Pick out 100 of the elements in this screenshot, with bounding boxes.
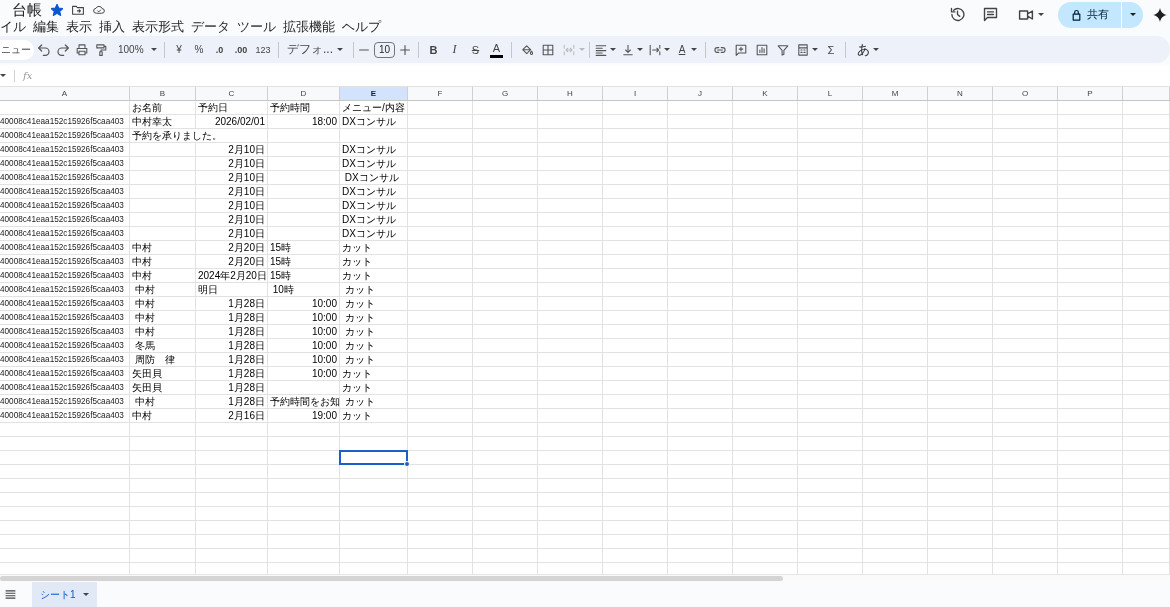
- column-header[interactable]: I: [603, 87, 668, 100]
- table-cell: 1月28日: [196, 297, 268, 310]
- percent-button[interactable]: %: [189, 39, 209, 60]
- table-cell: 40008c41eaa152c15926f5caa403: [0, 129, 130, 142]
- number-format-button[interactable]: 123: [252, 39, 274, 60]
- table-cell: 18:00: [268, 115, 340, 128]
- caret-icon[interactable]: [664, 48, 670, 51]
- video-camera-icon[interactable]: [1018, 8, 1034, 21]
- menu-icon[interactable]: [5, 590, 16, 599]
- menu-item[interactable]: ヘルプ: [342, 19, 381, 35]
- table-cell: 中村: [130, 395, 196, 408]
- redo-icon[interactable]: [56, 43, 69, 56]
- table-cell: 中村: [130, 409, 196, 422]
- menu-item[interactable]: イル: [0, 19, 26, 35]
- document-title[interactable]: 台帳: [12, 0, 42, 19]
- table-cell: 予約を承りました。: [130, 129, 268, 142]
- sheet-tab[interactable]: シート1: [32, 582, 97, 607]
- column-header[interactable]: O: [993, 87, 1058, 100]
- column-header[interactable]: A: [0, 87, 130, 100]
- menu-item[interactable]: ツール: [237, 19, 276, 35]
- fill-handle-icon[interactable]: [404, 461, 410, 467]
- text-color-button[interactable]: A: [486, 41, 507, 54]
- column-header[interactable]: P: [1058, 87, 1123, 100]
- caret-icon: [1129, 13, 1136, 16]
- caret-icon[interactable]: [873, 48, 879, 51]
- paint-roller-icon[interactable]: [94, 43, 107, 56]
- strikethrough-button[interactable]: S: [465, 39, 486, 60]
- printer-icon[interactable]: [75, 43, 88, 56]
- search-field[interactable]: ニュー: [0, 39, 34, 60]
- caret-icon[interactable]: [610, 48, 616, 51]
- menu-item[interactable]: 表示形式: [132, 19, 184, 35]
- column-header[interactable]: E: [340, 87, 408, 100]
- column-header[interactable]: B: [130, 87, 196, 100]
- sparkle-icon[interactable]: [1153, 7, 1167, 22]
- table-cell: 40008c41eaa152c15926f5caa403: [0, 213, 130, 226]
- increase-decimal-button[interactable]: .00: [230, 39, 252, 60]
- share-button[interactable]: 共有: [1058, 1, 1121, 28]
- column-header[interactable]: N: [928, 87, 993, 100]
- add-comment-icon[interactable]: [734, 43, 747, 56]
- table-cell: カット: [340, 325, 408, 338]
- menu-item[interactable]: データ: [191, 19, 230, 35]
- table-cell: 40008c41eaa152c15926f5caa403: [0, 241, 130, 254]
- table-cell: 2月20日: [196, 255, 268, 268]
- caret-icon[interactable]: [1038, 13, 1044, 16]
- table-cell: 40008c41eaa152c15926f5caa403: [0, 115, 130, 128]
- folder-icon[interactable]: [72, 3, 84, 16]
- column-header[interactable]: G: [473, 87, 538, 100]
- table-cell: DXコンサル: [340, 143, 408, 156]
- zoom-dropdown[interactable]: 100%: [110, 39, 160, 60]
- paint-bucket-icon[interactable]: [520, 43, 533, 56]
- column-header[interactable]: J: [668, 87, 733, 100]
- table-cell: 1月28日: [196, 395, 268, 408]
- table-cell: 矢田貝: [130, 367, 196, 380]
- lock-icon: [1072, 8, 1081, 21]
- caret-icon[interactable]: [812, 48, 818, 51]
- caret-icon[interactable]: [637, 48, 643, 51]
- borders-icon[interactable]: [541, 43, 554, 56]
- table-cell: カット: [340, 409, 408, 422]
- italic-button[interactable]: I: [444, 39, 465, 60]
- input-tools-button[interactable]: あ: [856, 39, 870, 60]
- table-cell: 中村: [130, 283, 196, 296]
- menu-item[interactable]: 挿入: [99, 19, 125, 35]
- column-header[interactable]: C: [196, 87, 268, 100]
- table-icon[interactable]: [797, 43, 809, 56]
- font-dropdown[interactable]: デフォ...: [283, 39, 349, 60]
- menu-item[interactable]: 拡張機能: [283, 19, 335, 35]
- align-bottom-icon[interactable]: [622, 43, 634, 56]
- functions-button[interactable]: Σ: [821, 39, 841, 60]
- undo-icon[interactable]: [37, 43, 50, 56]
- table-cell: メニュー/内容: [340, 101, 408, 114]
- currency-button[interactable]: ¥: [169, 39, 189, 60]
- table-cell: 2月10日: [196, 213, 268, 226]
- column-header[interactable]: L: [798, 87, 863, 100]
- cloud-icon[interactable]: [93, 3, 105, 16]
- bold-button[interactable]: B: [423, 39, 444, 60]
- text-rotation-button[interactable]: A: [676, 39, 688, 60]
- comment-icon[interactable]: [983, 7, 998, 22]
- scrollbar-thumb[interactable]: [0, 576, 783, 581]
- table-cell: 10時: [268, 283, 340, 296]
- chart-icon[interactable]: [755, 43, 768, 56]
- font-size-field[interactable]: 10: [374, 41, 395, 58]
- table-cell: カット: [340, 395, 408, 408]
- plus-icon[interactable]: [400, 44, 410, 55]
- text-wrap-icon[interactable]: [649, 43, 661, 56]
- table-cell: 10:00: [268, 367, 340, 380]
- column-header[interactable]: K: [733, 87, 798, 100]
- star-icon[interactable]: [51, 3, 63, 16]
- decrease-decimal-button[interactable]: .0: [209, 39, 230, 60]
- filter-icon[interactable]: [776, 43, 789, 56]
- caret-icon[interactable]: [691, 48, 697, 51]
- menu-item[interactable]: 編集: [33, 19, 59, 35]
- history-icon[interactable]: [950, 7, 965, 22]
- column-header[interactable]: F: [408, 87, 473, 100]
- menu-item[interactable]: 表示: [66, 19, 92, 35]
- column-header[interactable]: H: [538, 87, 603, 100]
- align-left-icon[interactable]: [595, 43, 607, 56]
- caret-icon[interactable]: [0, 74, 6, 77]
- column-header[interactable]: M: [863, 87, 928, 100]
- table-cell: 40008c41eaa152c15926f5caa403: [0, 255, 130, 268]
- cell-cursor[interactable]: [339, 450, 408, 465]
